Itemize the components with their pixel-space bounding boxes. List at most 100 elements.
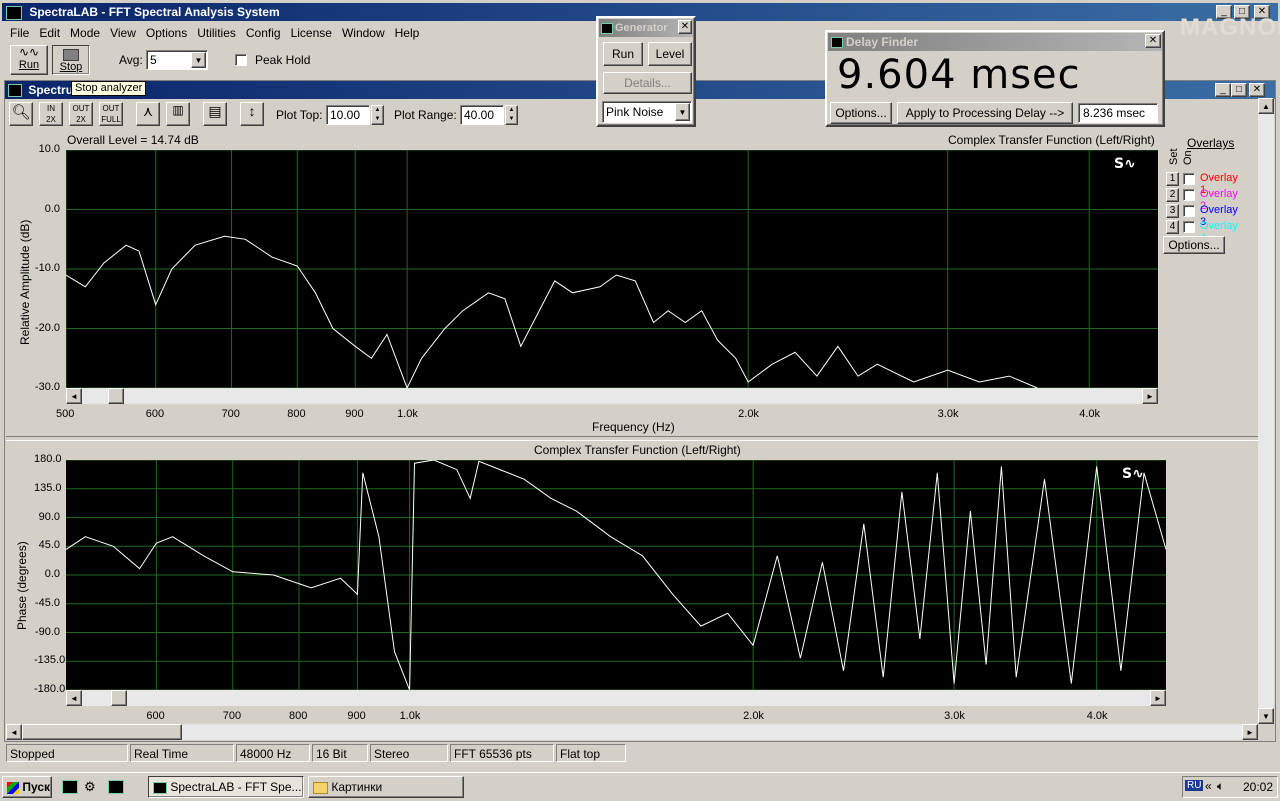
x-tick-label: 4.0k [1086, 710, 1108, 722]
overlays-options-button[interactable]: Options... [1163, 236, 1225, 254]
generator-details-button[interactable]: Details... [603, 72, 692, 94]
quicklaunch-spectralab-icon[interactable] [62, 780, 78, 794]
menu-item-view[interactable]: View [110, 26, 136, 40]
table-icon[interactable]: ▤ [203, 102, 227, 126]
x-tick-label: 900 [347, 710, 366, 722]
processing-delay-field[interactable]: 8.236 msec [1078, 103, 1158, 123]
plot-range-input[interactable]: 40.00 [460, 105, 504, 125]
quicklaunch-app-icon[interactable] [108, 780, 124, 794]
zoom-in-2x-icon[interactable]: IN 2X [39, 102, 63, 126]
scroll-thumb[interactable] [111, 690, 127, 706]
spectrum-close-button[interactable]: ✕ [1249, 83, 1265, 97]
y-tick-label: -135.0 [34, 654, 66, 667]
start-button[interactable]: Пуск [2, 776, 52, 798]
bars-icon[interactable]: ▥ [166, 102, 190, 126]
task-folder[interactable]: Картинки [308, 776, 464, 798]
menu-item-license[interactable]: License [291, 26, 332, 40]
y-tick-label: 90.0 [38, 510, 60, 523]
delay-finder-icon [831, 37, 843, 49]
app-title: SpectraLAB - FFT Spectral Analysis Syste… [29, 5, 280, 19]
status-cell: Flat top [556, 744, 626, 762]
overlay-on-checkbox[interactable] [1183, 221, 1195, 233]
apply-delay-button[interactable]: Apply to Processing Delay --> [897, 102, 1073, 124]
spectrum-minimize-button[interactable]: _ [1215, 83, 1231, 97]
overlay-on-checkbox[interactable] [1183, 189, 1195, 201]
zoom-out-full-icon[interactable]: OUT FULL [99, 102, 123, 126]
x-tick-label: 900 [345, 408, 364, 420]
overlay-on-checkbox[interactable] [1183, 173, 1195, 185]
x-tick-label: 1.0k [397, 408, 418, 420]
scroll-thumb[interactable] [22, 724, 182, 740]
overlay-set-button[interactable]: 3 [1166, 204, 1179, 218]
scroll-right-icon[interactable]: ► [1150, 690, 1166, 706]
spectrum-maximize-button[interactable]: □ [1231, 83, 1247, 97]
delay-options-button[interactable]: Options... [830, 102, 892, 124]
amplitude-ylabel: Relative Amplitude (dB) [18, 219, 32, 345]
scroll-left-icon[interactable]: ◄ [66, 388, 82, 404]
amplitude-chart[interactable]: S∿ [66, 150, 1158, 388]
amplitude-scrollbar[interactable]: ◄ ► [66, 388, 1158, 404]
chevron-down-icon[interactable]: ▼ [191, 52, 206, 68]
overlay-set-button[interactable]: 1 [1166, 172, 1179, 186]
vertical-scale-icon[interactable]: ↕ [240, 102, 264, 126]
plot-top-spinner[interactable]: ▲ ▼ [371, 105, 384, 125]
menu-item-config[interactable]: Config [246, 26, 281, 40]
speaker-icon[interactable]: 🔈︎ [1217, 779, 1224, 794]
y-tick-label: 180.0 [34, 453, 62, 465]
plot-top-label: Plot Top: [276, 108, 323, 122]
menu-item-mode[interactable]: Mode [70, 26, 100, 40]
scroll-right-icon[interactable]: ► [1142, 388, 1158, 404]
tray-expand-icon[interactable]: « [1205, 779, 1212, 793]
menu-item-help[interactable]: Help [395, 26, 420, 40]
scroll-right-icon[interactable]: ► [1242, 724, 1258, 740]
y-tick-label: 0.0 [44, 568, 60, 580]
menu-item-window[interactable]: Window [342, 26, 385, 40]
x-tick-label: 3.0k [944, 710, 965, 722]
generator-noise-select[interactable]: Pink Noise ▼ [602, 101, 692, 123]
y-tick-label: 0.0 [44, 202, 60, 215]
tooltip: Stop analyzer [71, 81, 147, 96]
status-cell: 48000 Hz [236, 744, 310, 762]
y-tick-label: -180.0 [34, 683, 66, 695]
scroll-left-icon[interactable]: ◄ [66, 690, 82, 706]
phase-chart[interactable]: S∿ [66, 460, 1166, 690]
menu-item-utilities[interactable]: Utilities [197, 26, 236, 40]
menu-item-options[interactable]: Options [146, 26, 187, 40]
menu-item-edit[interactable]: Edit [39, 26, 60, 40]
spectrum-icon [8, 84, 22, 98]
overlay-on-checkbox[interactable] [1183, 205, 1195, 217]
scroll-left-icon[interactable]: ◄ [6, 724, 22, 740]
generator-level-button[interactable]: Level [648, 42, 692, 66]
generator-close-button[interactable]: ✕ [678, 20, 692, 34]
phase-scrollbar[interactable]: ◄ ► [66, 690, 1166, 706]
zoom-icon[interactable]: 🔍︎ [9, 102, 33, 126]
plot-range-spinner[interactable]: ▲ ▼ [505, 105, 518, 125]
task-spectralab[interactable]: SpectraLAB - FFT Spe... [148, 776, 304, 798]
stop-button[interactable]: Stop [52, 45, 90, 75]
delay-finder-close-button[interactable]: ✕ [1145, 34, 1161, 48]
zoom-out-2x-icon[interactable]: OUT 2X [69, 102, 93, 126]
plot-top-input[interactable]: 10.00 [326, 105, 370, 125]
generator-run-button[interactable]: Run [603, 42, 643, 66]
scroll-up-icon[interactable]: ▲ [1258, 98, 1274, 114]
peak-icon[interactable]: ⋏ [136, 102, 160, 126]
menu-item-file[interactable]: File [10, 26, 29, 40]
run-button[interactable]: ∿∿ Run [10, 45, 48, 75]
y-tick-label: -90.0 [34, 625, 60, 638]
status-cell: 16 Bit [312, 744, 368, 762]
chevron-down-icon[interactable]: ▼ [675, 103, 690, 121]
amplitude-chart-title: Complex Transfer Function (Left/Right) [948, 133, 1155, 147]
status-cell: Stopped [6, 744, 128, 762]
overlay-set-button[interactable]: 4 [1166, 220, 1179, 234]
scroll-down-icon[interactable]: ▼ [1258, 708, 1274, 724]
language-indicator[interactable]: RU [1185, 780, 1204, 791]
spectralab-task-icon [153, 781, 167, 794]
quicklaunch-settings-icon[interactable]: ⚙ [84, 779, 96, 795]
run-wave-icon: ∿∿ [18, 45, 40, 59]
window-v-scrollbar[interactable]: ▲ ▼ [1258, 98, 1274, 724]
avg-select[interactable]: 5 ▼ [146, 50, 208, 70]
scroll-thumb[interactable] [108, 388, 124, 404]
window-h-scrollbar[interactable]: ◄ ► [6, 724, 1258, 740]
peak-hold-checkbox[interactable] [235, 54, 247, 66]
overlay-set-button[interactable]: 2 [1166, 188, 1179, 202]
